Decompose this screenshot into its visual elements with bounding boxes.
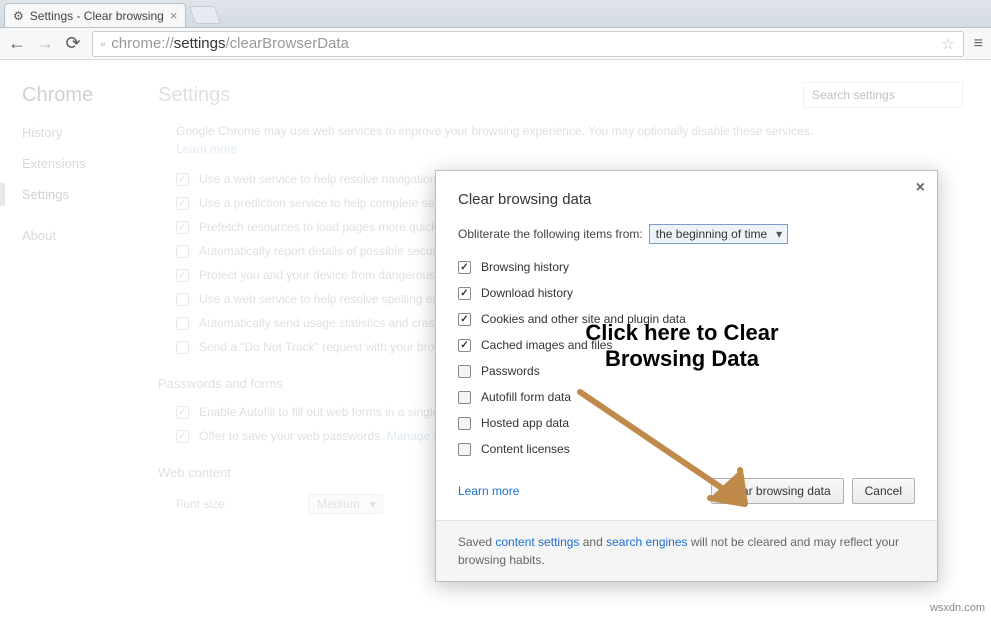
toolbar: ← → ⟳ ▫ chrome://settings/clearBrowserDa… (0, 28, 991, 60)
content-settings-link[interactable]: content settings (495, 535, 579, 549)
dialog-checkbox-row: Browsing history (458, 260, 915, 274)
dialog-checkbox-row: Download history (458, 286, 915, 300)
url-path: /clearBrowserData (226, 35, 349, 52)
url-bar[interactable]: ▫ chrome://settings/clearBrowserData ☆ (92, 31, 964, 57)
checkbox-label: Hosted app data (481, 416, 569, 430)
learn-more-link[interactable]: Learn more (458, 484, 519, 498)
browser-tab[interactable]: ⚙ Settings - Clear browsing × (4, 3, 186, 27)
chrome-menu-icon[interactable]: ≡ (974, 35, 983, 53)
back-icon[interactable]: ← (8, 33, 26, 54)
checkbox-label: Browsing history (481, 260, 569, 274)
dialog-title: Clear browsing data (458, 191, 915, 208)
clear-browsing-data-button[interactable]: Clear browsing data (711, 478, 844, 504)
checkbox[interactable] (458, 261, 471, 274)
obliterate-label: Obliterate the following items from: (458, 227, 643, 241)
dialog-checkbox-row: Content licenses (458, 442, 915, 456)
forward-icon: → (36, 33, 54, 54)
checkbox[interactable] (458, 313, 471, 326)
checkbox-label: Autofill form data (481, 390, 571, 404)
new-tab-button[interactable] (189, 6, 222, 24)
watermark: wsxdn.com (930, 602, 985, 614)
tab-title: Settings - Clear browsing (30, 9, 164, 23)
dialog-close-icon[interactable]: × (916, 179, 925, 197)
clear-browsing-dialog: × Clear browsing data Obliterate the fol… (435, 170, 938, 582)
tab-bar: ⚙ Settings - Clear browsing × (0, 0, 991, 28)
bookmark-star-icon[interactable]: ☆ (941, 35, 954, 53)
url-domain: settings (174, 35, 226, 52)
gear-icon: ⚙ (13, 9, 24, 23)
close-icon[interactable]: × (170, 8, 178, 23)
cancel-button[interactable]: Cancel (852, 478, 915, 504)
dialog-footer: Saved content settings and search engine… (436, 520, 937, 581)
checkbox[interactable] (458, 417, 471, 430)
dialog-checkbox-row: Passwords (458, 364, 915, 378)
checkbox[interactable] (458, 391, 471, 404)
dialog-checkbox-row: Cached images and files (458, 338, 915, 352)
checkbox-label: Cookies and other site and plugin data (481, 312, 686, 326)
checkbox-label: Passwords (481, 364, 540, 378)
checkbox[interactable] (458, 443, 471, 456)
reload-icon[interactable]: ⟳ (64, 33, 82, 54)
checkbox-label: Cached images and files (481, 338, 612, 352)
search-engines-link[interactable]: search engines (606, 535, 687, 549)
dialog-checkbox-row: Hosted app data (458, 416, 915, 430)
checkbox[interactable] (458, 287, 471, 300)
url-prefix: chrome:// (111, 35, 174, 52)
page-icon: ▫ (101, 37, 105, 51)
dialog-checkbox-row: Autofill form data (458, 390, 915, 404)
checkbox[interactable] (458, 365, 471, 378)
time-range-select[interactable]: the beginning of time (649, 224, 788, 244)
checkbox-label: Download history (481, 286, 573, 300)
checkbox-label: Content licenses (481, 442, 570, 456)
checkbox[interactable] (458, 339, 471, 352)
dialog-checkbox-row: Cookies and other site and plugin data (458, 312, 915, 326)
